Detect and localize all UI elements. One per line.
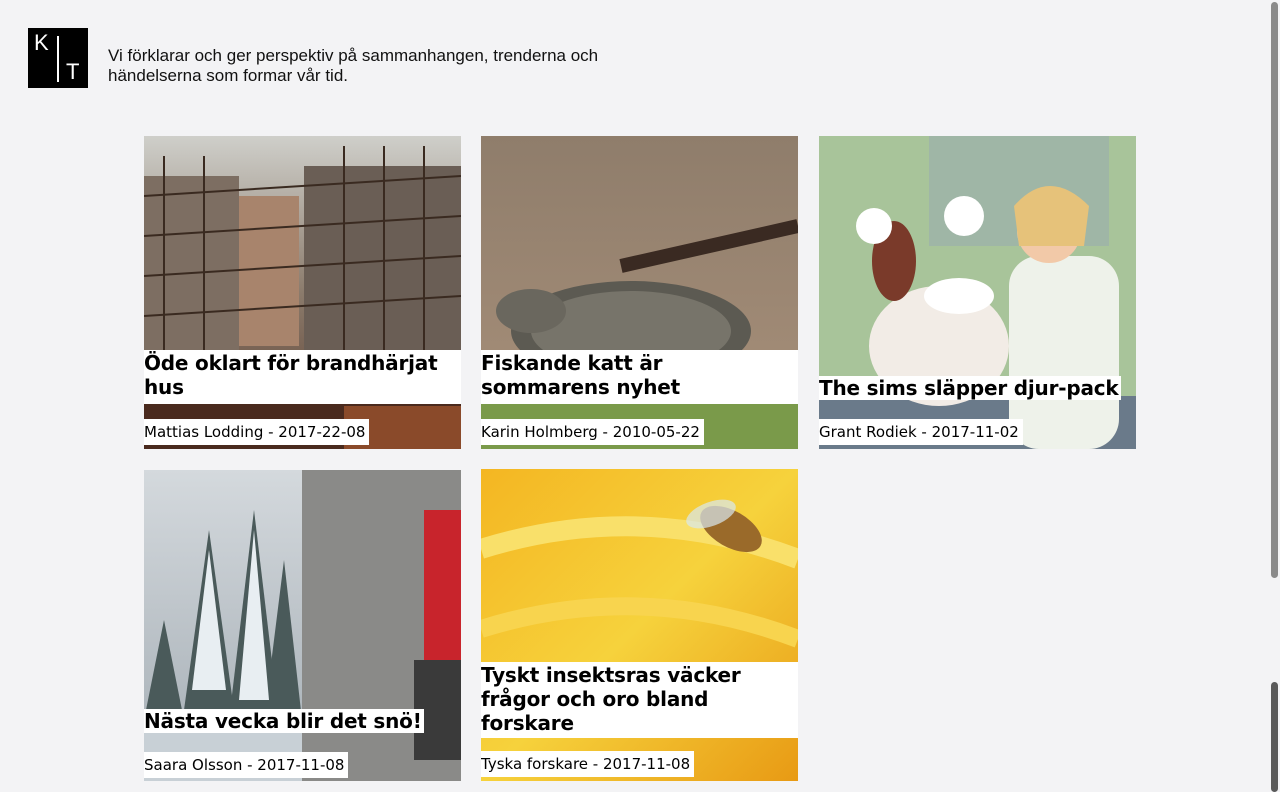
article-image-sims-pets	[819, 136, 1136, 449]
site-header: K T Vi förklarar och ger perspektiv på s…	[28, 28, 648, 88]
article-title-box: Öde oklart för brandhärjat hus	[144, 350, 461, 404]
site-logo[interactable]: K T	[28, 28, 88, 88]
article-byline: Saara Olsson - 2017-11-08	[144, 752, 349, 778]
article-byline: Mattias Lodding - 2017-22-08	[144, 419, 370, 445]
scrollbar-thumb-secondary[interactable]	[1271, 682, 1278, 792]
article-title-box: The sims släpper djur-pack	[819, 375, 1121, 401]
article-card[interactable]: Tyskt insektsras väcker frågor och oro b…	[481, 469, 798, 781]
article-title[interactable]: Nästa vecka blir det snö!	[144, 709, 424, 733]
article-byline: Tyska forskare - 2017-11-08	[481, 751, 695, 777]
article-title-box: Fiskande katt är sommarens nyhet	[481, 350, 798, 404]
site-tagline: Vi förklarar och ger perspektiv på samma…	[108, 46, 599, 85]
logo-divider	[57, 36, 59, 82]
article-title[interactable]: The sims släpper djur-pack	[819, 376, 1121, 400]
article-title-box: Tyskt insektsras väcker frågor och oro b…	[481, 662, 798, 738]
article-byline: Karin Holmberg - 2010-05-22	[481, 419, 704, 445]
article-title[interactable]: Fiskande katt är sommarens nyhet	[481, 350, 798, 399]
article-image-snowy-trees	[144, 470, 461, 781]
logo-letter-t: T	[66, 59, 80, 84]
logo-letter-k: K	[34, 30, 49, 55]
article-card[interactable]: The sims släpper djur-pack Grant Rodiek …	[819, 136, 1136, 449]
article-card[interactable]: Öde oklart för brandhärjat hus Mattias L…	[144, 136, 461, 449]
article-title-box: Nästa vecka blir det snö!	[144, 708, 424, 734]
scrollbar[interactable]	[1268, 0, 1280, 792]
article-card[interactable]: Fiskande katt är sommarens nyhet Karin H…	[481, 136, 798, 449]
article-title[interactable]: Öde oklart för brandhärjat hus	[144, 350, 461, 399]
scrollbar-thumb[interactable]	[1271, 2, 1278, 578]
article-title[interactable]: Tyskt insektsras väcker frågor och oro b…	[481, 662, 798, 735]
article-card[interactable]: Nästa vecka blir det snö! Saara Olsson -…	[144, 470, 461, 781]
article-byline: Grant Rodiek - 2017-11-02	[819, 419, 1023, 445]
